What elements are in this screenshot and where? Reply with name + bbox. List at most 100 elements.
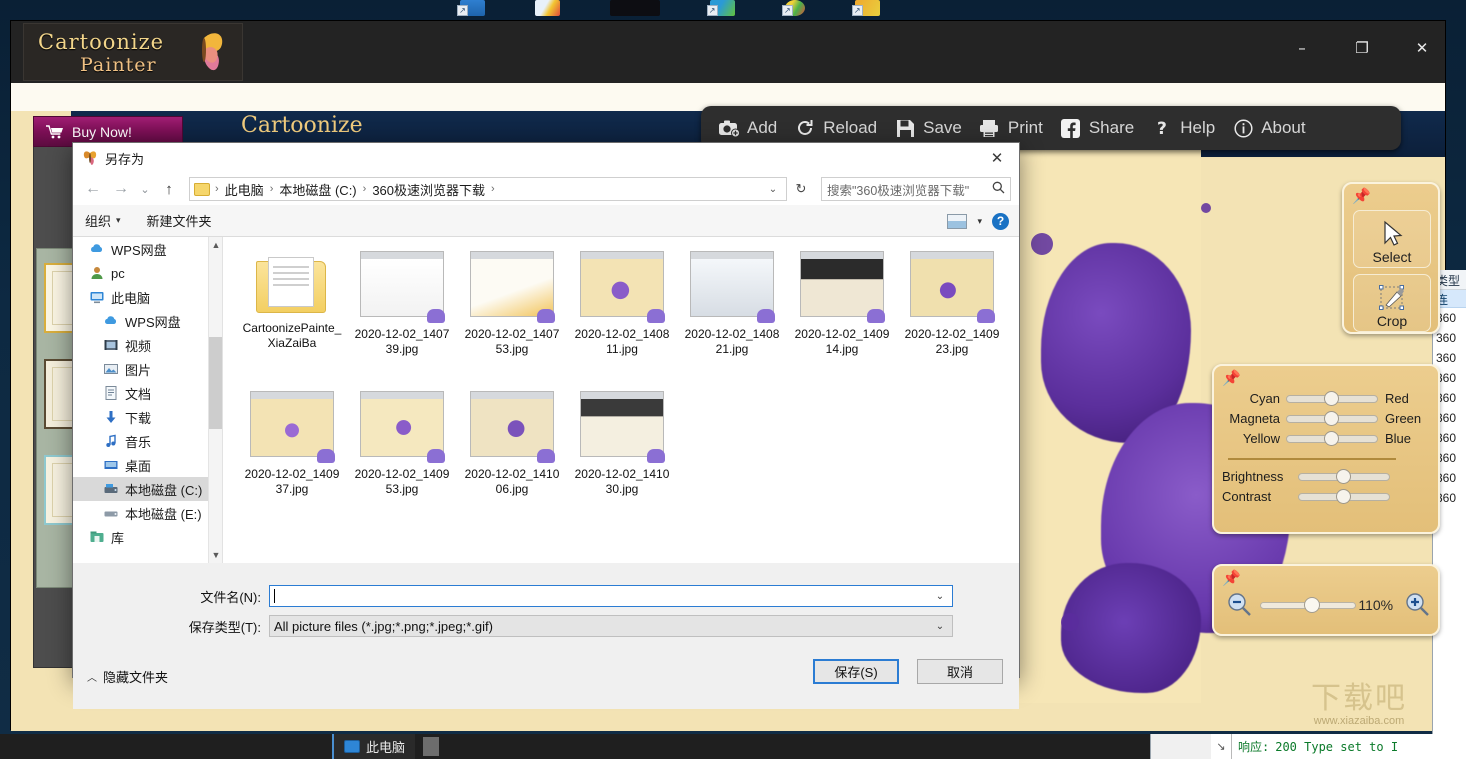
brand-line-2: Painter xyxy=(80,54,157,76)
scrollbar-thumb[interactable] xyxy=(209,337,222,429)
slider-knob[interactable] xyxy=(1336,488,1351,504)
sidebar-item-documents[interactable]: 文档 xyxy=(73,381,222,405)
slider-knob[interactable] xyxy=(1336,468,1351,484)
file-item-folder[interactable]: CartoonizePainte_XiaZaiBa xyxy=(237,251,347,391)
file-name: 2020-12-02_141030.jpg xyxy=(574,467,670,496)
file-item[interactable]: 2020-12-02_140753.jpg xyxy=(457,251,567,391)
file-item[interactable]: 2020-12-02_140739.jpg xyxy=(347,251,457,391)
maximize-button[interactable]: ❐ xyxy=(1347,35,1377,61)
breadcrumb-item-0[interactable]: 此电脑 xyxy=(224,180,265,199)
crop-tool-button[interactable]: Crop xyxy=(1353,274,1431,332)
hide-folders-toggle[interactable]: ︿ 隐藏文件夹 xyxy=(87,667,168,686)
contrast-slider[interactable] xyxy=(1298,488,1390,504)
dialog-titlebar: 另存为 ✕ xyxy=(73,143,1019,173)
cancel-button[interactable]: 取消 xyxy=(917,659,1003,684)
chevron-down-icon[interactable]: ⌄ xyxy=(932,621,948,632)
sidebar-item-videos[interactable]: 视频 xyxy=(73,333,222,357)
filename-input[interactable]: ⌄ xyxy=(269,585,953,607)
sidebar-item-music[interactable]: 音乐 xyxy=(73,429,222,453)
sidebar-scrollbar[interactable]: ▲ ▼ xyxy=(208,237,222,563)
taskbar-item-other[interactable] xyxy=(423,737,440,756)
help-icon[interactable]: ? xyxy=(992,212,1009,230)
slider-knob[interactable] xyxy=(1324,410,1339,426)
brightness-slider[interactable] xyxy=(1298,468,1390,484)
file-item[interactable]: 2020-12-02_140953.jpg xyxy=(347,391,457,531)
toolbar-print-button[interactable]: Print xyxy=(978,117,1043,139)
toolbar-save-button[interactable]: Save xyxy=(893,117,962,139)
desktop-icon-orange-app[interactable]: ↗ xyxy=(851,0,880,16)
dialog-close-button[interactable]: ✕ xyxy=(975,143,1019,173)
search-input[interactable]: 搜索"360极速浏览器下载" xyxy=(821,177,1011,201)
file-item[interactable]: 2020-12-02_140811.jpg xyxy=(567,251,677,391)
save-button[interactable]: 保存(S) xyxy=(813,659,899,684)
toolbar-help-button[interactable]: ? Help xyxy=(1150,117,1215,139)
computer-icon xyxy=(344,740,360,753)
search-placeholder-text: 搜索"360极速浏览器下载" xyxy=(827,183,970,198)
console-output: 响应: 200 Type set to I xyxy=(1231,734,1466,759)
breadcrumb-item-2[interactable]: 360极速浏览器下载 xyxy=(371,180,486,199)
file-item[interactable]: 2020-12-02_140821.jpg xyxy=(677,251,787,391)
yellow-blue-slider[interactable] xyxy=(1286,430,1378,446)
slider-knob[interactable] xyxy=(1324,390,1339,406)
scroll-up-icon[interactable]: ▲ xyxy=(209,237,222,253)
view-mode-icon[interactable] xyxy=(947,213,968,229)
toolbar-about-button[interactable]: About xyxy=(1231,117,1306,139)
sidebar-item-this-pc[interactable]: 此电脑 xyxy=(73,285,222,309)
toolbar-reload-button[interactable]: Reload xyxy=(793,117,877,139)
nav-back-button[interactable]: ← xyxy=(81,177,105,201)
scroll-down-icon[interactable]: ▼ xyxy=(209,547,222,563)
breadcrumb[interactable]: › 此电脑 › 本地磁盘 (C:) › 360极速浏览器下载 › ⌄ xyxy=(189,177,787,201)
file-item[interactable]: 2020-12-02_140923.jpg xyxy=(897,251,1007,391)
sidebar-item-wps-cloud-child[interactable]: WPS网盘 xyxy=(73,309,222,333)
refresh-button[interactable]: ↻ xyxy=(791,181,811,197)
sidebar-item-local-disk-e[interactable]: 本地磁盘 (E:) xyxy=(73,501,222,525)
toolbar-share-button[interactable]: Share xyxy=(1059,117,1134,139)
slider-knob[interactable] xyxy=(1324,430,1339,446)
brightness-label: Brightness xyxy=(1222,468,1284,484)
breadcrumb-dropdown-icon[interactable]: ⌄ xyxy=(764,184,782,195)
magnifier-minus-icon[interactable] xyxy=(1226,592,1252,618)
sidebar-item-pictures[interactable]: 图片 xyxy=(73,357,222,381)
pin-icon[interactable]: 📌 xyxy=(1352,189,1371,206)
sidebar-item-downloads[interactable]: 下载 xyxy=(73,405,222,429)
zoom-controls: 110% xyxy=(1226,592,1430,618)
desktop-icon-paint[interactable] xyxy=(535,0,561,16)
taskbar-item-this-pc[interactable]: 此电脑 xyxy=(332,734,416,759)
desktop-icon-browser[interactable]: ↗ xyxy=(781,0,805,16)
file-item[interactable]: 2020-12-02_140937.jpg xyxy=(237,391,347,531)
desktop-icon-green-app[interactable]: ↗ xyxy=(706,0,735,16)
toolbar-add-button[interactable]: Add xyxy=(717,117,777,139)
organize-button[interactable]: 组织 ▾ xyxy=(85,211,121,230)
close-button[interactable]: ✕ xyxy=(1407,35,1437,61)
pin-icon[interactable]: 📌 xyxy=(1222,571,1241,588)
file-name: 2020-12-02_141006.jpg xyxy=(464,467,560,496)
nav-up-button[interactable]: ↑ xyxy=(157,177,181,201)
new-folder-button[interactable]: 新建文件夹 xyxy=(147,211,212,230)
nav-history-dropdown[interactable]: ⌄ xyxy=(137,183,153,196)
magnifier-plus-icon[interactable] xyxy=(1404,592,1430,618)
sidebar-item-wps-cloud[interactable]: WPS网盘 xyxy=(73,237,222,261)
sidebar-item-libraries[interactable]: 库 xyxy=(73,525,222,549)
desktop-icon-explorer[interactable]: ↗ xyxy=(457,0,486,16)
select-tool-button[interactable]: Select xyxy=(1353,210,1431,268)
chevron-down-icon[interactable]: ▾ xyxy=(977,216,982,227)
file-item[interactable]: 2020-12-02_141030.jpg xyxy=(567,391,677,531)
pin-icon[interactable]: 📌 xyxy=(1222,371,1241,388)
filetype-select[interactable]: All picture files (*.jpg;*.png;*.jpeg;*.… xyxy=(269,615,953,637)
magenta-green-slider[interactable] xyxy=(1286,410,1378,426)
minimize-button[interactable]: – xyxy=(1287,35,1317,61)
cyan-red-slider[interactable] xyxy=(1286,390,1378,406)
magenta-green-row: Magneta Green xyxy=(1224,408,1432,428)
desktop-icon-dark-app[interactable] xyxy=(610,0,660,16)
slider-knob[interactable] xyxy=(1304,597,1320,613)
file-thumbnail xyxy=(360,391,445,463)
breadcrumb-item-1[interactable]: 本地磁盘 (C:) xyxy=(278,180,357,199)
sidebar-item-desktop[interactable]: 桌面 xyxy=(73,453,222,477)
chevron-down-icon[interactable]: ⌄ xyxy=(932,591,948,602)
file-item[interactable]: 2020-12-02_141006.jpg xyxy=(457,391,567,531)
sidebar-item-local-disk-c[interactable]: 本地磁盘 (C:) xyxy=(73,477,222,501)
file-item[interactable]: 2020-12-02_140914.jpg xyxy=(787,251,897,391)
nav-forward-button[interactable]: → xyxy=(109,177,133,201)
sidebar-item-pc-user[interactable]: pc xyxy=(73,261,222,285)
zoom-slider[interactable] xyxy=(1260,597,1356,613)
